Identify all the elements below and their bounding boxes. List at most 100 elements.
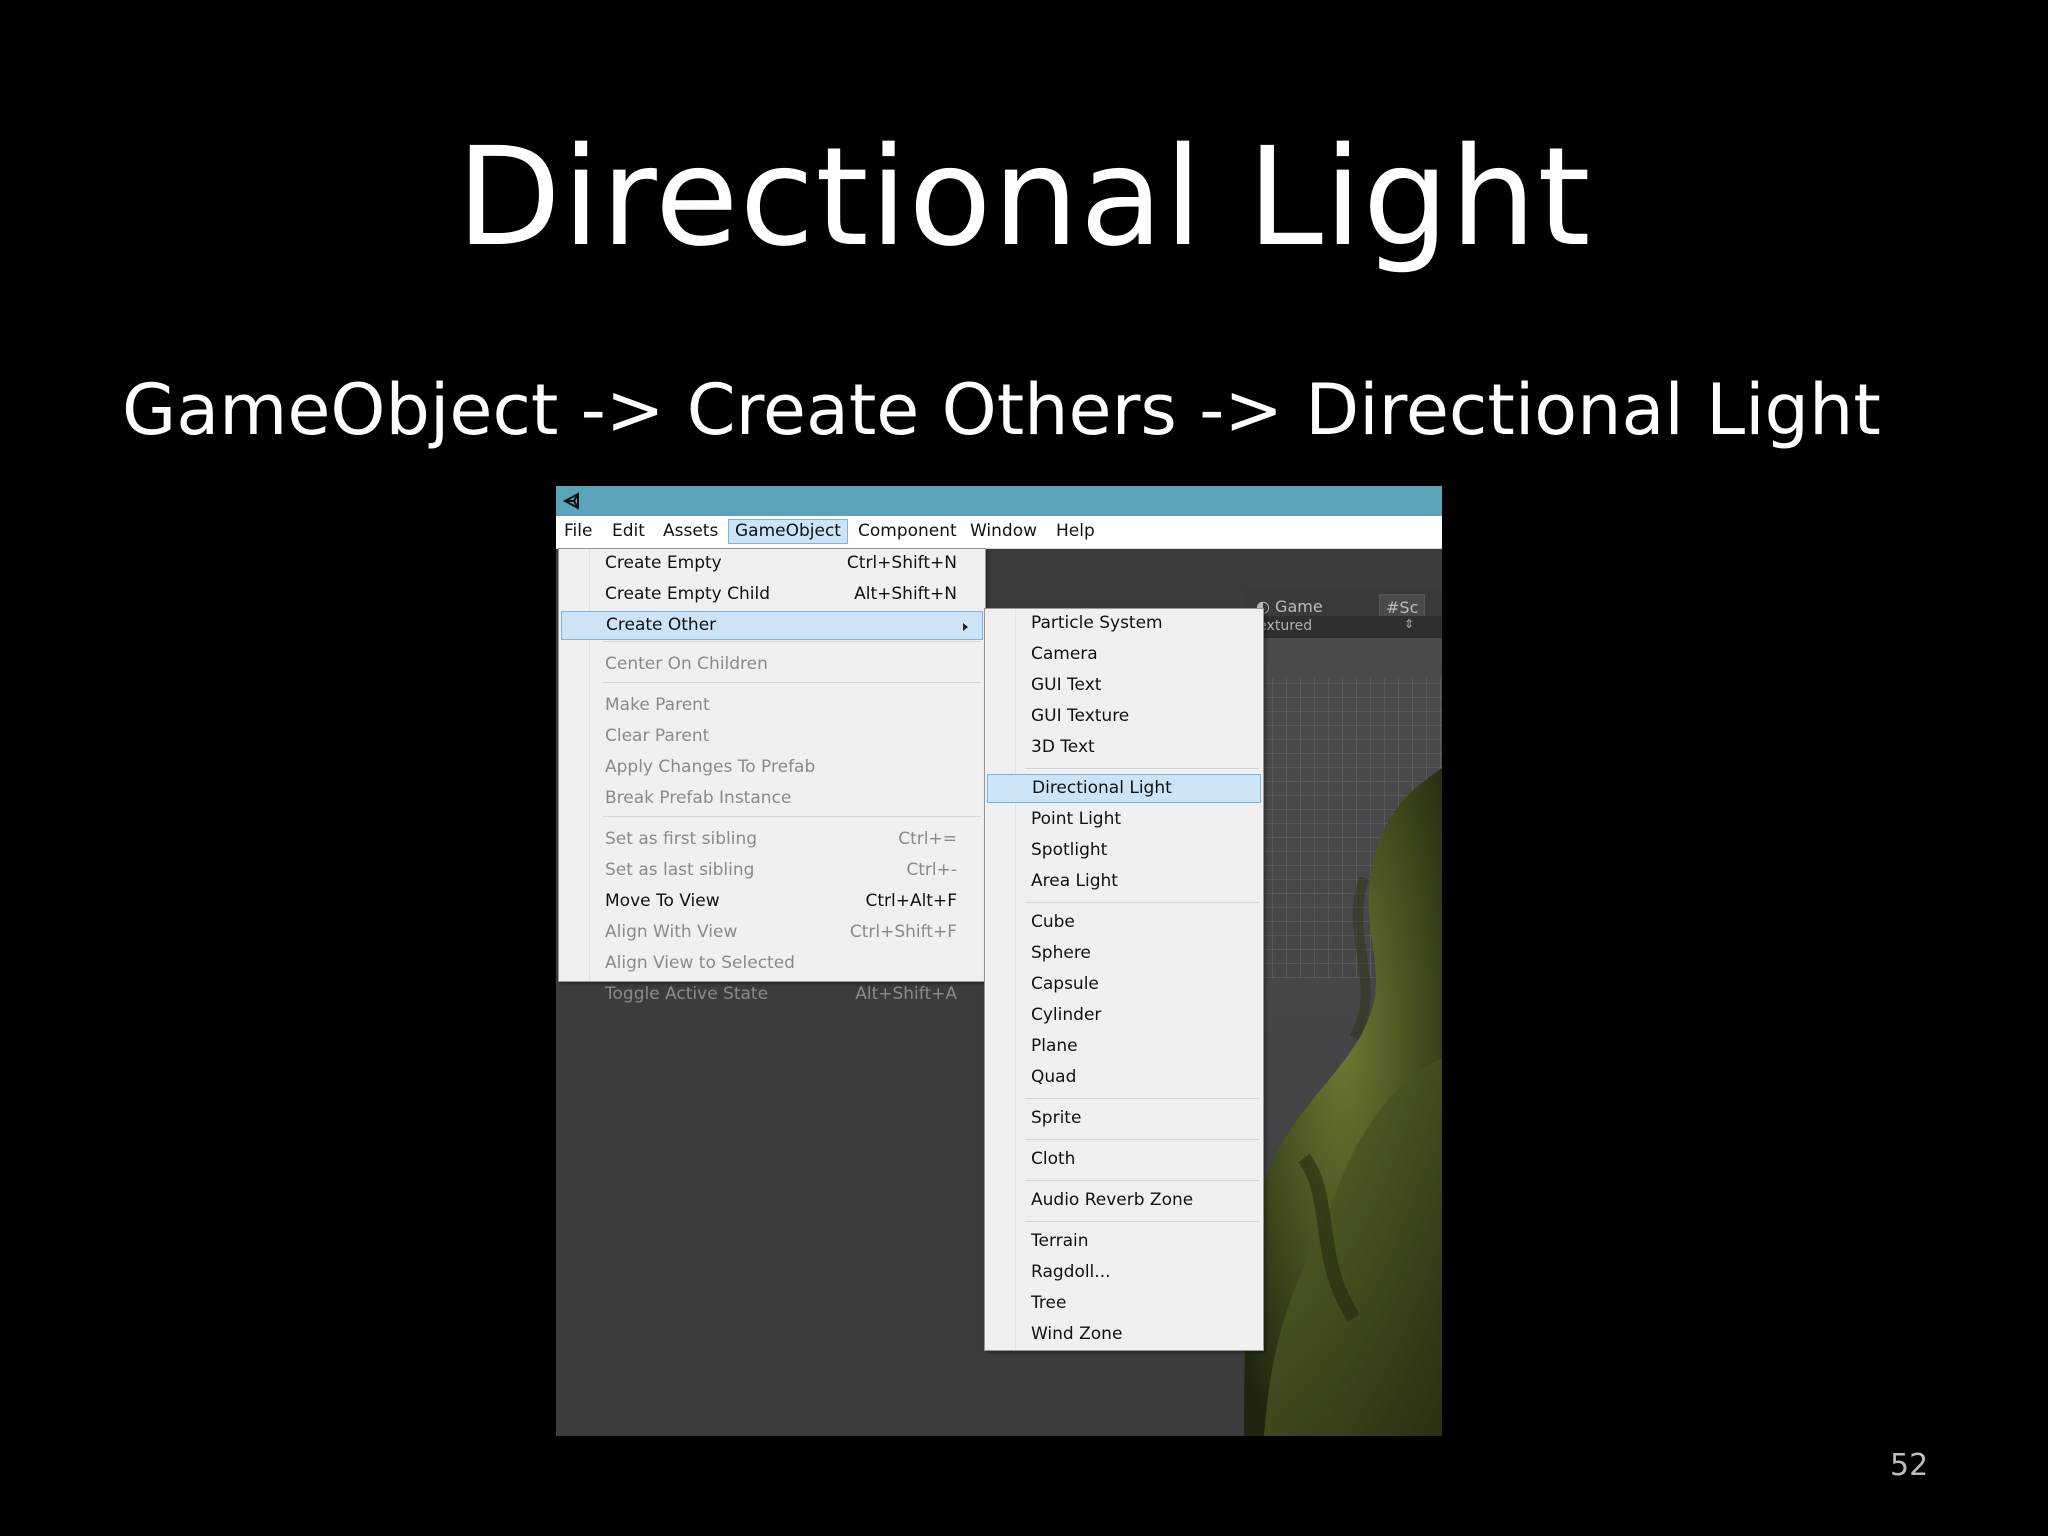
menu-item-label: Point Light [1031, 809, 1122, 829]
menu-item-shortcut: Alt+Shift+A [855, 984, 957, 1004]
menu-item-label: Toggle Active State [605, 984, 769, 1004]
menu-item-label: 3D Text [1031, 737, 1095, 757]
game-toolbar: Textured ⇕ [1244, 616, 1442, 638]
menu-item-create-other[interactable]: Create Other [561, 611, 983, 640]
menu-item-label: Camera [1031, 644, 1098, 664]
menu-item-label: Sphere [1031, 943, 1091, 963]
menu-item-break-prefab-instance[interactable]: Break Prefab Instance [561, 784, 983, 813]
terrain-render [1244, 768, 1442, 1436]
menu-item-label: Directional Light [1032, 778, 1172, 798]
menu-item-capsule[interactable]: Capsule [987, 970, 1261, 999]
menu-item-move-to-view[interactable]: Move To View Ctrl+Alt+F [561, 887, 983, 916]
menu-item-plane[interactable]: Plane [987, 1032, 1261, 1061]
menu-item-sprite[interactable]: Sprite [987, 1104, 1261, 1133]
menu-item-create-empty[interactable]: Create Empty Ctrl+Shift+N [561, 549, 983, 578]
slide-subtitle: GameObject -> Create Others -> Direction… [122, 369, 1881, 451]
menu-item-directional-light[interactable]: Directional Light [987, 774, 1261, 803]
menu-item-label: Center On Children [605, 654, 768, 674]
menu-item-gui-texture[interactable]: GUI Texture [987, 702, 1261, 731]
menu-separator [1025, 1139, 1259, 1140]
menu-item-spotlight[interactable]: Spotlight [987, 836, 1261, 865]
menu-item-label: Set as first sibling [605, 829, 758, 849]
game-view[interactable] [1244, 638, 1442, 1436]
menu-separator [603, 816, 981, 817]
menu-item-label: GUI Texture [1031, 706, 1130, 726]
menu-item-align-with-view[interactable]: Align With View Ctrl+Shift+F [561, 918, 983, 947]
menu-separator [1025, 902, 1259, 903]
page-number: 52 [1890, 1448, 1929, 1483]
menu-item-label: Area Light [1031, 871, 1118, 891]
menu-item-tree[interactable]: Tree [987, 1289, 1261, 1318]
unity-editor-screenshot: File Edit Assets GameObject Component Wi… [556, 486, 1442, 1436]
menu-item-align-view-to-selected[interactable]: Align View to Selected [561, 949, 983, 978]
menu-item-quad[interactable]: Quad [987, 1063, 1261, 1092]
updown-arrows-icon: ⇕ [1404, 617, 1415, 631]
menu-gameobject[interactable]: GameObject [728, 519, 848, 544]
menu-item-label: Create Empty [605, 553, 722, 573]
menu-item-label: Spotlight [1031, 840, 1108, 860]
menu-item-label: Tree [1031, 1293, 1067, 1313]
unity-logo-icon [562, 492, 579, 510]
menu-item-cloth[interactable]: Cloth [987, 1145, 1261, 1174]
menu-item-cube[interactable]: Cube [987, 908, 1261, 937]
gameobject-menu: Create Empty Ctrl+Shift+N Create Empty Chi… [558, 548, 986, 1004]
menu-item-particle-system[interactable]: Particle System [987, 609, 1261, 638]
menu-item-label: Make Parent [605, 695, 710, 715]
menu-item-make-parent[interactable]: Make Parent [561, 691, 983, 720]
menu-item-sphere[interactable]: Sphere [987, 939, 1261, 968]
menu-item-label: Cylinder [1031, 1005, 1102, 1025]
menu-item-label: Capsule [1031, 974, 1099, 994]
menu-item-clear-parent[interactable]: Clear Parent [561, 722, 983, 751]
menu-item-label: Sprite [1031, 1108, 1082, 1128]
menu-separator [1025, 1098, 1259, 1099]
menu-item-wind-zone[interactable]: Wind Zone [987, 1320, 1261, 1349]
menu-help[interactable]: Help [1050, 519, 1101, 544]
menu-item-create-empty-child[interactable]: Create Empty Child Alt+Shift+N [561, 580, 983, 609]
submenu-arrow-icon [963, 623, 968, 631]
menu-bar: File Edit Assets GameObject Component Wi… [556, 516, 1442, 549]
menu-item-shortcut: Alt+Shift+N [854, 584, 957, 604]
menu-item-label: Break Prefab Instance [605, 788, 792, 808]
menu-item-shortcut: Ctrl+= [898, 829, 957, 849]
menu-item-label: Terrain [1031, 1231, 1089, 1251]
menu-component[interactable]: Component [852, 519, 963, 544]
menu-item-cylinder[interactable]: Cylinder [987, 1001, 1261, 1030]
menu-item-label: Create Other [606, 615, 717, 635]
menu-item-label: GUI Text [1031, 675, 1102, 695]
menu-edit[interactable]: Edit [606, 519, 651, 544]
create-other-submenu: Particle System Camera GUI Text GUI Texture… [984, 608, 1264, 1351]
menu-item-label: Ragdoll... [1031, 1262, 1111, 1282]
menu-item-shortcut: Ctrl+Alt+F [865, 891, 957, 911]
menu-item-apply-changes-to-prefab[interactable]: Apply Changes To Prefab [561, 753, 983, 782]
menu-item-label: Wind Zone [1031, 1324, 1123, 1344]
menu-item-toggle-active-state[interactable]: Toggle Active State Alt+Shift+A [561, 980, 983, 1009]
menu-item-audio-reverb-zone[interactable]: Audio Reverb Zone [987, 1186, 1261, 1215]
menu-window[interactable]: Window [964, 519, 1043, 544]
menu-item-label: Create Empty Child [605, 584, 770, 604]
menu-assets[interactable]: Assets [657, 519, 724, 544]
menu-item-label: Align With View [605, 922, 738, 942]
menu-item-terrain[interactable]: Terrain [987, 1227, 1261, 1256]
menu-item-label: Move To View [605, 891, 720, 911]
menu-separator [603, 641, 981, 642]
menu-item-ragdoll[interactable]: Ragdoll... [987, 1258, 1261, 1287]
menu-item-area-light[interactable]: Area Light [987, 867, 1261, 896]
menu-item-label: Cube [1031, 912, 1075, 932]
menu-item-label: Align View to Selected [605, 953, 795, 973]
menu-separator [1025, 768, 1259, 769]
menu-item-camera[interactable]: Camera [987, 640, 1261, 669]
menu-separator [603, 682, 981, 683]
menu-item-center-on-children[interactable]: Center On Children [561, 650, 983, 679]
window-titlebar [556, 486, 1442, 516]
menu-item-shortcut: Ctrl+Shift+F [849, 922, 957, 942]
menu-item-label: Audio Reverb Zone [1031, 1190, 1194, 1210]
menu-item-label: Set as last sibling [605, 860, 755, 880]
slide-title: Directional Light [456, 119, 1592, 277]
menu-item-point-light[interactable]: Point Light [987, 805, 1261, 834]
menu-file[interactable]: File [558, 519, 598, 544]
menu-item-set-as-first-sibling[interactable]: Set as first sibling Ctrl+= [561, 825, 983, 854]
menu-item-label: Apply Changes To Prefab [605, 757, 816, 777]
menu-item-set-as-last-sibling[interactable]: Set as last sibling Ctrl+- [561, 856, 983, 885]
menu-item-gui-text[interactable]: GUI Text [987, 671, 1261, 700]
menu-item-3d-text[interactable]: 3D Text [987, 733, 1261, 762]
